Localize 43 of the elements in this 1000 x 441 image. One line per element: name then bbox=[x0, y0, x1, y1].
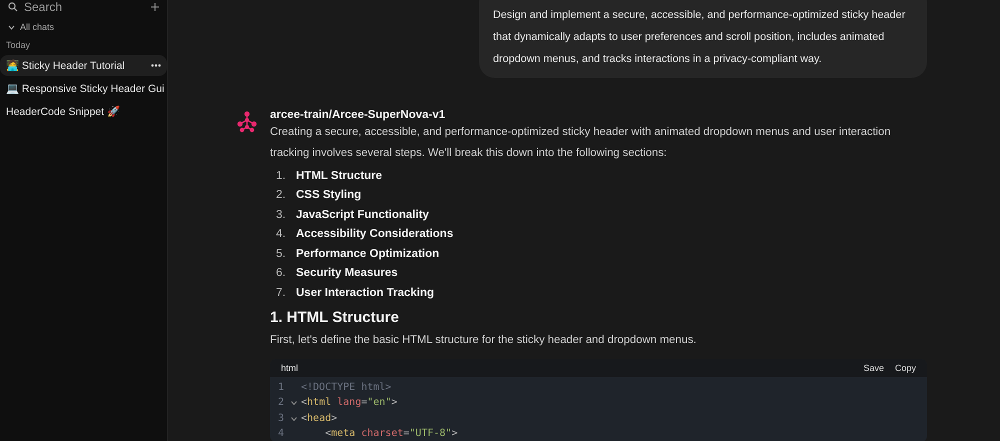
more-icon[interactable] bbox=[151, 64, 161, 67]
list-item-text: User Interaction Tracking bbox=[296, 286, 434, 299]
list-item-text: CSS Styling bbox=[296, 189, 362, 202]
line-number: 4 bbox=[277, 428, 286, 440]
section-heading: 1. HTML Structure bbox=[270, 308, 400, 326]
chevron-down-icon[interactable] bbox=[8, 24, 15, 30]
user-message: Design and implement a secure, accessible, and performance-optimized sticky header that dynamically adapts to user preferences and scroll position, includes animated dropdown menus, and tracks interactions in a privacy-compliant way. bbox=[479, 0, 927, 78]
fold-chevron-icon[interactable] bbox=[291, 416, 297, 421]
chat-item[interactable]: 🧑‍💻 Sticky Header Tutorial bbox=[0, 55, 167, 76]
code-line: <meta charset="UTF-8"> bbox=[324, 428, 458, 440]
line-number: 3 bbox=[277, 412, 286, 424]
chat-item[interactable]: 💻 Responsive Sticky Header Gui bbox=[0, 78, 167, 99]
list-number: 2. bbox=[276, 189, 286, 202]
line-number: 2 bbox=[277, 397, 286, 408]
list-number: 6. bbox=[276, 267, 286, 280]
reply-paragraph: First, let's define the basic HTML structure for the sticky header and dropdown menus. bbox=[270, 332, 698, 348]
list-item-text: Performance Optimization bbox=[296, 248, 440, 260]
list-item-text: Security Measures bbox=[296, 267, 398, 280]
reply-paragraph: Creating a secure, accessible, and performance-optimized sticky header with animated dropdown menus and user interaction tracking involves several steps. We'll break this down into the following sections: bbox=[270, 125, 892, 161]
search-icon bbox=[8, 2, 18, 12]
code-line: <!DOCTYPE html> bbox=[301, 382, 392, 393]
code-line: <html lang="en"> bbox=[301, 397, 398, 408]
line-number: 1 bbox=[277, 382, 286, 393]
list-item-text: Accessibility Considerations bbox=[296, 228, 454, 240]
search-field[interactable]: Search bbox=[24, 0, 134, 14]
code-action-button[interactable]: Save bbox=[863, 362, 884, 372]
list-number: 1. bbox=[276, 170, 286, 182]
list-number: 7. bbox=[276, 286, 286, 299]
chat-item[interactable]: HeaderCode Snippet 🚀 bbox=[0, 101, 167, 122]
model-name: arcee-train/Arcee-SuperNova-v1 bbox=[270, 108, 446, 122]
code-action-button[interactable]: Copy bbox=[894, 362, 916, 372]
group-label: Today bbox=[5, 39, 32, 52]
list-number: 5. bbox=[276, 248, 286, 260]
model-logo-icon bbox=[236, 111, 258, 133]
code-language: html bbox=[281, 362, 298, 372]
list-item-text: HTML Structure bbox=[296, 170, 382, 182]
list-number: 4. bbox=[276, 228, 286, 240]
plus-icon[interactable] bbox=[151, 3, 159, 11]
section-label[interactable]: All chats bbox=[20, 22, 54, 32]
fold-chevron-icon[interactable] bbox=[291, 401, 297, 406]
code-line: <head> bbox=[301, 412, 338, 424]
list-item-text: JavaScript Functionality bbox=[296, 208, 429, 221]
list-number: 3. bbox=[276, 208, 286, 221]
